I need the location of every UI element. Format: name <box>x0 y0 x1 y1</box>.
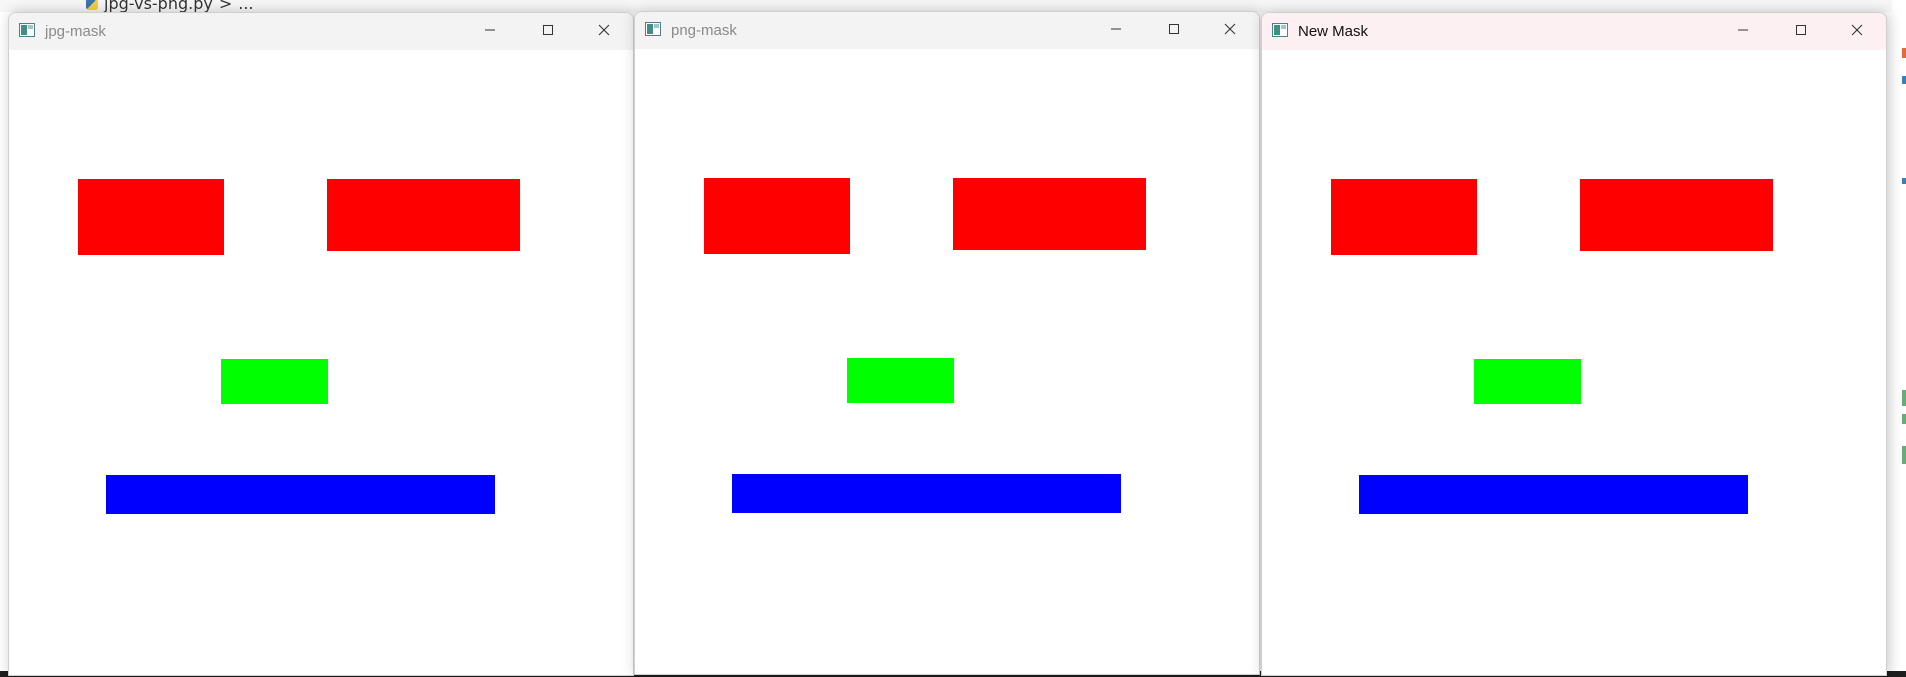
window-title: jpg-mask <box>45 23 106 40</box>
mask-window[interactable]: png-mask <box>634 11 1260 675</box>
red-rectangle <box>78 179 224 255</box>
maximize-icon <box>1795 23 1807 41</box>
edge-marker <box>1902 48 1906 58</box>
window-titlebar[interactable]: New Mask <box>1262 13 1886 50</box>
close-button[interactable] <box>1834 13 1880 50</box>
close-button[interactable] <box>581 13 627 50</box>
edge-marker <box>1902 178 1906 184</box>
minimize-button[interactable] <box>467 13 513 50</box>
minimize-button[interactable] <box>1720 13 1766 50</box>
minimize-button[interactable] <box>1093 12 1139 49</box>
green-rectangle <box>847 358 954 403</box>
red-rectangle <box>327 179 520 251</box>
image-app-icon <box>1272 23 1288 37</box>
close-button[interactable] <box>1207 12 1253 49</box>
breadcrumb-file[interactable]: jpg-vs-png.py <box>104 0 213 12</box>
image-app-icon <box>19 23 35 37</box>
maximize-button[interactable] <box>525 13 571 50</box>
blue-rectangle <box>106 475 495 514</box>
mask-canvas <box>1262 50 1886 675</box>
breadcrumb[interactable]: jpg-vs-png.py > ... <box>86 0 254 12</box>
close-icon <box>598 23 610 41</box>
window-title: New Mask <box>1298 23 1369 40</box>
python-file-icon <box>86 0 98 10</box>
breadcrumb-separator: > <box>218 0 233 12</box>
green-rectangle <box>221 359 328 404</box>
mask-window[interactable]: jpg-mask <box>8 12 634 676</box>
edge-marker <box>1902 414 1906 424</box>
green-rectangle <box>1474 359 1581 404</box>
blue-rectangle <box>732 474 1121 513</box>
maximize-icon <box>1168 22 1180 40</box>
window-titlebar[interactable]: png-mask <box>635 12 1259 49</box>
mask-window[interactable]: New Mask <box>1261 12 1887 676</box>
window-title: png-mask <box>671 22 737 39</box>
background-window-edge <box>1892 0 1906 677</box>
maximize-icon <box>542 23 554 41</box>
red-rectangle <box>1331 179 1477 255</box>
image-app-icon <box>645 22 661 36</box>
close-icon <box>1224 22 1236 40</box>
minimize-icon <box>484 23 496 41</box>
red-rectangle <box>1580 179 1773 251</box>
red-rectangle <box>953 178 1146 250</box>
window-titlebar[interactable]: jpg-mask <box>9 13 633 50</box>
maximize-button[interactable] <box>1151 12 1197 49</box>
edge-marker <box>1902 446 1906 464</box>
close-icon <box>1851 23 1863 41</box>
minimize-icon <box>1110 22 1122 40</box>
edge-marker <box>1902 390 1906 406</box>
mask-canvas <box>9 50 633 675</box>
edge-marker <box>1902 76 1906 84</box>
red-rectangle <box>704 178 850 254</box>
blue-rectangle <box>1359 475 1748 514</box>
maximize-button[interactable] <box>1778 13 1824 50</box>
mask-canvas <box>635 49 1259 674</box>
minimize-icon <box>1737 23 1749 41</box>
breadcrumb-more[interactable]: ... <box>238 0 253 12</box>
